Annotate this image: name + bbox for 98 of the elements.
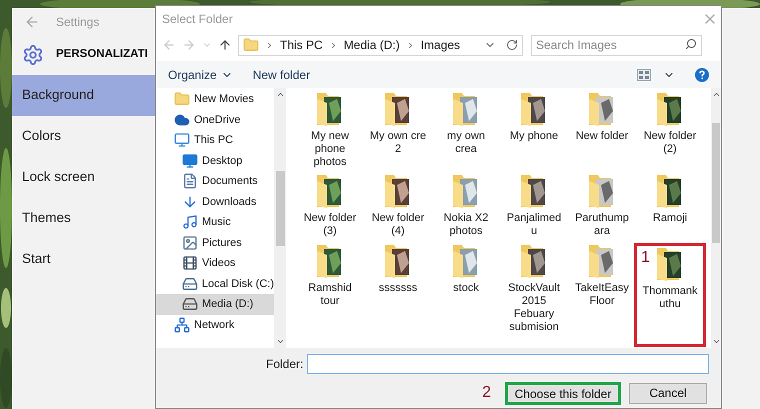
nav-tree-item[interactable]: OneDrive (156, 110, 274, 130)
forward-arrow-icon[interactable] (182, 38, 196, 52)
film-icon (182, 255, 198, 272)
nav-tree-item[interactable]: New Movies (156, 89, 274, 110)
folder-item[interactable]: New folder (2) (636, 91, 704, 173)
folder-input[interactable] (307, 354, 709, 374)
folder-name: New folder (2) (642, 130, 698, 156)
nav-tree-item[interactable]: Documents (156, 171, 274, 192)
scroll-down-icon[interactable] (276, 337, 284, 346)
nav-tree-item[interactable]: Network (156, 314, 274, 335)
folder-name: my own crea (446, 130, 486, 156)
scrollbar[interactable] (274, 88, 286, 348)
nav-tree-item[interactable]: Pictures (156, 232, 274, 253)
folder-item[interactable]: My own cre 2 (364, 91, 432, 173)
breadcrumb-item[interactable]: Media (D:) (344, 36, 400, 54)
folder-name: New folder (4) (370, 212, 426, 238)
drive-icon (182, 276, 198, 292)
folder-item[interactable]: Ramoji (636, 173, 704, 243)
back-arrow-icon[interactable] (162, 38, 176, 52)
cloud-icon (174, 112, 190, 128)
toolbar-menu[interactable]: Organize (168, 66, 233, 84)
field-label: Folder: (266, 356, 304, 373)
scroll-thumb[interactable] (276, 170, 284, 246)
step-number: 1 (641, 250, 650, 266)
drive-icon (182, 296, 198, 312)
folder-item[interactable]: Ramshid tour (296, 243, 364, 347)
scroll-up-icon[interactable] (276, 90, 284, 99)
help-icon[interactable] (695, 68, 709, 82)
folder-name: stock (452, 282, 480, 295)
folder-name: Paruthumpara (574, 212, 630, 238)
toolbar-button[interactable]: New folder (252, 66, 310, 84)
scroll-up-icon[interactable] (712, 90, 720, 99)
nav-tree-item[interactable]: Downloads (156, 192, 274, 212)
folder-item[interactable]: stock (432, 243, 500, 347)
folder-name: Ramoji (652, 212, 688, 225)
settings-nav-item[interactable]: Lock screen (12, 157, 155, 198)
folder-item[interactable]: my own crea (432, 91, 500, 173)
folder-name: sssssss (378, 282, 418, 295)
settings-nav-item[interactable]: Background (12, 75, 155, 116)
scroll-thumb[interactable] (712, 123, 720, 243)
down-arrow-icon (182, 194, 198, 210)
breadcrumb-item[interactable]: This PC (280, 36, 323, 54)
section-heading: PERSONALIZATI (56, 47, 148, 62)
breadcrumb-item[interactable]: Images (420, 36, 460, 54)
dialog-button[interactable]: Choose this folder (505, 382, 621, 404)
nav-tree-item[interactable]: Desktop (156, 150, 274, 171)
nav-tree-item[interactable]: Local Disk (C:) (156, 274, 274, 294)
window-title: Settings (56, 14, 100, 30)
folder-name: StockVault 2015 Febuary submision (507, 282, 561, 334)
dialog-button[interactable]: Cancel (629, 382, 707, 404)
music-note-icon (182, 214, 198, 230)
folder-item[interactable]: StockVault 2015 Febuary submision (500, 243, 568, 347)
folder-name: My phone (508, 130, 560, 143)
monitor-icon (174, 132, 190, 148)
folder-item[interactable]: New folder (4) (364, 173, 432, 243)
settings-icon (22, 44, 44, 66)
chevron-icon (265, 40, 274, 50)
folder-name: Nokia X2 photos (442, 212, 490, 238)
view-icon[interactable] (637, 68, 651, 80)
dialog-title: Select Folder (162, 10, 233, 28)
folder-name: Panjalimedu (506, 212, 562, 238)
folder-name: New folder (3) (302, 212, 358, 238)
folder-item[interactable]: Nokia X2 photos (432, 173, 500, 243)
folder-name: New folder (574, 130, 630, 143)
folder-name: My new phone photos (310, 130, 350, 169)
network-icon (174, 316, 190, 333)
scrollbar[interactable] (711, 88, 721, 348)
refresh-icon[interactable] (506, 39, 518, 51)
nav-tree-item[interactable]: This PC (156, 130, 274, 150)
folder-name: My own cre 2 (369, 130, 427, 156)
folder-name: Thommankuthu (641, 285, 699, 311)
nav-tree-item[interactable]: Videos (156, 253, 274, 274)
scroll-down-icon[interactable] (712, 337, 720, 346)
image-icon (182, 234, 198, 251)
address-bar[interactable]: This PC Media (D:) Images (238, 34, 523, 56)
folder-item[interactable]: My phone (500, 91, 568, 173)
folder-item[interactable]: New folder (568, 91, 636, 173)
folder-item[interactable]: 1 Thommankuthu (634, 243, 706, 347)
nav-tree-item[interactable]: Music (156, 212, 274, 232)
folder-name: Ramshid tour (307, 282, 353, 308)
folder-name: TakeItEasy Floor (574, 282, 630, 308)
settings-nav-item[interactable]: Themes (12, 198, 155, 239)
folder-item[interactable]: Paruthumpara (568, 173, 636, 243)
settings-nav-item[interactable]: Colors (12, 116, 155, 157)
folder-item[interactable]: My new phone photos (296, 91, 364, 173)
step-number: 2 (482, 383, 491, 403)
monitor-icon (182, 152, 198, 169)
folder-item[interactable]: New folder (3) (296, 173, 364, 243)
folder-icon (243, 37, 259, 53)
settings-nav-item[interactable]: Start (12, 239, 155, 280)
document-icon (182, 173, 198, 190)
folder-item[interactable]: Panjalimedu (500, 173, 568, 243)
folder-icon (174, 91, 190, 108)
search-field[interactable]: Search Images (531, 34, 702, 56)
search-icon (685, 38, 697, 50)
folder-item[interactable]: sssssss (364, 243, 432, 347)
folder-item[interactable]: TakeItEasy Floor (568, 243, 636, 347)
nav-tree-item[interactable]: Media (D:) (156, 294, 274, 314)
